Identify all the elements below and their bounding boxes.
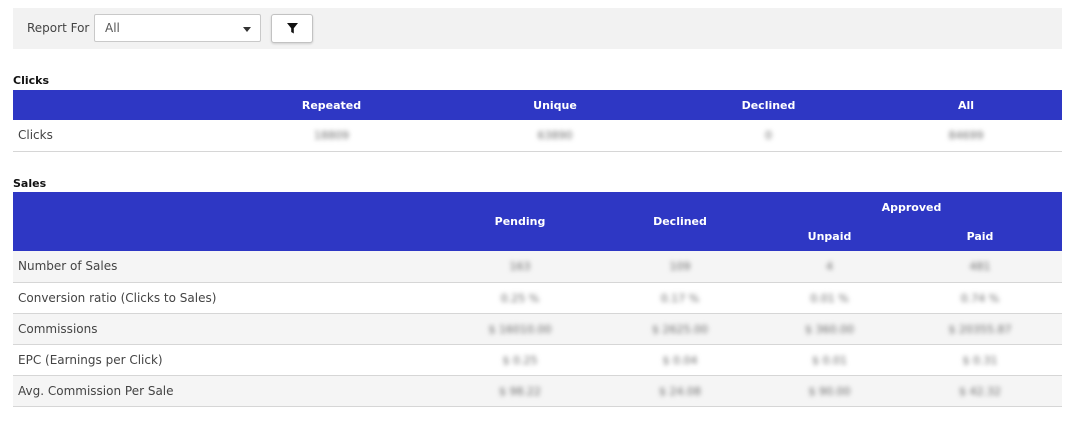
cell-value: 0.25 % [500,291,540,305]
cell-value: $ 42.32 [959,384,1001,398]
cell-value: 0.74 % [960,291,1000,305]
row-label: Avg. Commission Per Sale [13,375,441,407]
table-cell: $ 0.04 [599,344,761,376]
table-cell: $ 0.25 [441,344,599,376]
table-cell: $ 16010.00 [441,313,599,345]
cell-value: $ 2625.00 [652,322,708,336]
cell-value: 0.01 % [810,291,849,305]
cell-value: $ 20355.87 [948,322,1012,336]
table-cell: 481 [898,251,1062,283]
cell-value: $ 0.31 [962,353,998,367]
cell-value: $ 90.00 [808,384,851,398]
clicks-header-label [13,90,220,120]
sales-header-declined: Declined [599,192,761,251]
filter-button[interactable] [271,14,313,43]
row-label: Commissions [13,313,441,345]
table-row: Number of Sales 163 109 4 481 [13,251,1062,283]
row-label: Conversion ratio (Clicks to Sales) [13,282,441,314]
table-row: Conversion ratio (Clicks to Sales) 0.25 … [13,282,1062,314]
cell-value: 481 [969,260,991,274]
table-row: Avg. Commission Per Sale $ 98.22 $ 24.08… [13,375,1062,407]
table-cell: 0.01 % [761,282,898,314]
table-cell: $ 24.08 [599,375,761,407]
sales-header-approved: Approved [761,192,1062,222]
table-row: Commissions $ 16010.00 $ 2625.00 $ 360.0… [13,313,1062,345]
clicks-table: Repeated Unique Declined All Clicks 1880… [13,90,1062,152]
chevron-down-icon [243,27,251,32]
sales-header-unpaid: Unpaid [761,222,898,251]
table-cell: $ 0.01 [761,344,898,376]
clicks-header-all: All [870,90,1062,120]
table-cell: $ 0.31 [898,344,1062,376]
report-for-select[interactable]: All [94,14,261,42]
table-cell: $ 360.00 [761,313,898,345]
table-row: EPC (Earnings per Click) $ 0.25 $ 0.04 $… [13,344,1062,376]
filter-icon [287,23,298,34]
table-cell: 0 [667,120,870,152]
cell-value: 109 [669,260,691,274]
report-for-label: Report For [27,21,90,35]
clicks-header-repeated: Repeated [220,90,443,120]
clicks-header-declined: Declined [667,90,870,120]
filter-bar: Report For All [13,8,1062,49]
row-label: Clicks [13,120,220,152]
table-cell: $ 2625.00 [599,313,761,345]
cell-value: $ 0.04 [662,353,698,367]
table-cell: 63890 [443,120,667,152]
cell-value: 0 [765,129,772,143]
clicks-header-unique: Unique [443,90,667,120]
cell-value: $ 360.00 [805,322,854,336]
cell-value: $ 0.01 [812,353,847,367]
cell-value: 0.17 % [660,291,700,305]
table-cell: 0.74 % [898,282,1062,314]
cell-value: 4 [826,260,833,274]
cell-value: 84699 [948,129,984,143]
table-cell: 109 [599,251,761,283]
report-for-select-value: All [105,21,120,35]
table-cell: 84699 [870,120,1062,152]
cell-value: $ 16010.00 [488,322,552,336]
table-cell: $ 20355.87 [898,313,1062,345]
table-cell: $ 90.00 [761,375,898,407]
row-label: EPC (Earnings per Click) [13,344,441,376]
cell-value: $ 24.08 [659,384,701,398]
row-label: Number of Sales [13,251,441,283]
cell-value: 18809 [314,129,349,143]
table-cell: 4 [761,251,898,283]
table-cell: 18809 [220,120,443,152]
sales-header-label [13,192,441,251]
cell-value: $ 0.25 [502,353,538,367]
clicks-section-title: Clicks [13,74,49,87]
sales-header-paid: Paid [898,222,1062,251]
table-cell: 0.17 % [599,282,761,314]
sales-header-pending: Pending [441,192,599,251]
table-cell: 163 [441,251,599,283]
table-cell: $ 98.22 [441,375,599,407]
cell-value: 63890 [537,129,573,143]
sales-table: Pending Declined Approved Unpaid Paid Nu… [13,192,1062,407]
cell-value: 163 [509,260,531,274]
table-cell: 0.25 % [441,282,599,314]
table-row: Clicks 18809 63890 0 84699 [13,120,1062,152]
table-cell: $ 42.32 [898,375,1062,407]
cell-value: $ 98.22 [499,384,541,398]
sales-section-title: Sales [13,177,47,190]
